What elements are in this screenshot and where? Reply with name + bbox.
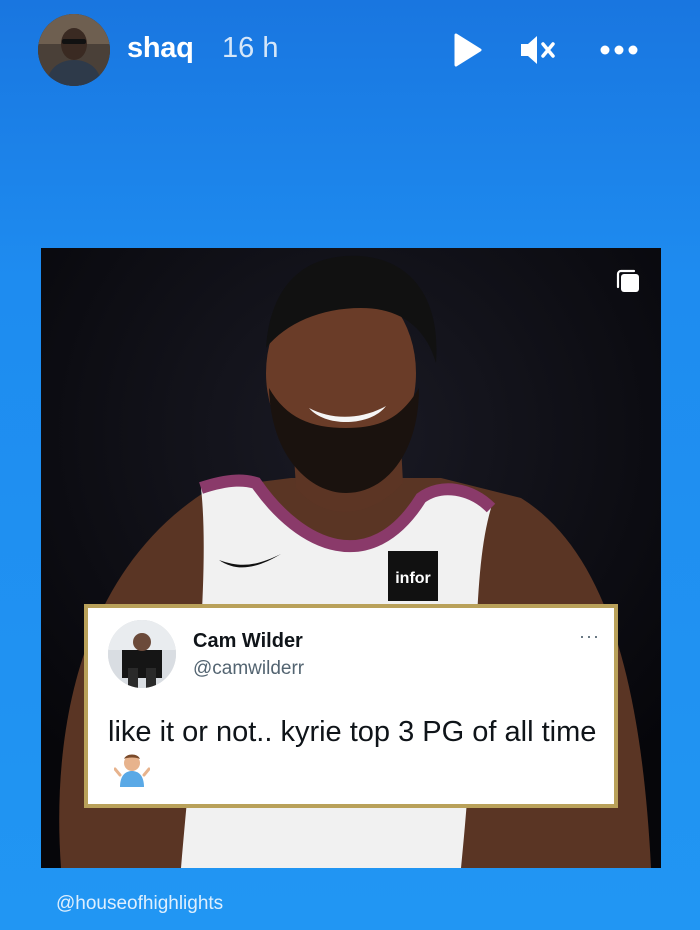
profile-avatar[interactable] [38,14,110,86]
tweet-text: like it or not.. kyrie top 3 PG of all t… [108,712,602,792]
play-icon[interactable] [447,30,487,70]
story-header: shaq 16 h [0,0,700,100]
tweet-author-handle[interactable]: @camwilderr [193,658,304,680]
timestamp: 16 h [222,32,279,64]
multiple-posts-icon [615,268,641,294]
tweet-more-icon[interactable]: ··· [579,626,600,647]
more-horizontal-icon[interactable] [597,30,641,70]
tweet-body: like it or not.. kyrie top 3 PG of all t… [108,716,597,748]
tweet-card[interactable]: Cam Wilder @camwilderr ··· like it or no… [84,604,618,808]
username[interactable]: shaq [127,32,194,65]
tweet-author-name[interactable]: Cam Wilder [193,630,303,653]
speaker-muted-icon[interactable] [517,30,557,70]
source-attribution[interactable]: @houseofhighlights [56,893,223,915]
tweet-author-avatar[interactable] [108,620,176,688]
jersey-sponsor-text: infor [395,570,431,587]
person-shrugging-emoji [113,753,151,787]
